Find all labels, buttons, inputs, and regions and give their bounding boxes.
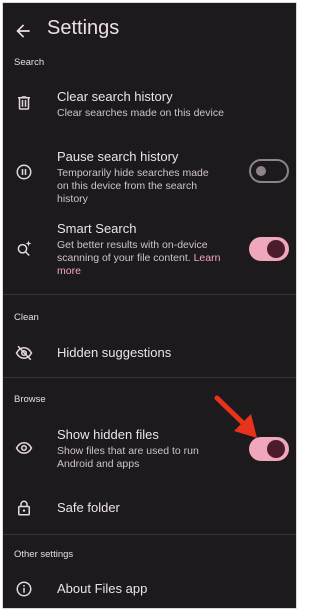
show-hidden-files-title: Show hidden files — [57, 427, 159, 442]
page-title: Settings — [47, 17, 120, 39]
eye-icon — [15, 441, 33, 455]
settings-screen: Settings Search Clear search history Cle… — [2, 2, 297, 609]
pause-search-history-toggle[interactable] — [249, 159, 289, 183]
info-icon — [16, 581, 32, 597]
section-header-search: Search — [14, 57, 45, 68]
section-header-clean: Clean — [14, 312, 39, 323]
app-bar: Settings — [3, 3, 296, 55]
section-header-other-settings: Other settings — [14, 549, 74, 560]
clear-search-history-title: Clear search history — [57, 89, 173, 104]
section-divider — [3, 377, 296, 378]
smart-search-subtitle: Get better results with on-device scanni… — [57, 239, 239, 278]
about-files-app-item[interactable]: About Files app — [3, 571, 296, 607]
section-divider — [3, 294, 296, 295]
show-hidden-files-subtitle: Show files that are used to run Android … — [57, 445, 199, 470]
clear-search-history-item[interactable]: Clear search history Clear searches made… — [3, 83, 296, 127]
smart-search-title: Smart Search — [57, 221, 137, 236]
back-arrow-icon[interactable] — [13, 21, 33, 41]
toggle-knob — [256, 166, 266, 176]
about-files-app-title: About Files app — [57, 581, 148, 596]
safe-folder-item[interactable]: Safe folder — [3, 490, 296, 526]
trash-icon — [18, 96, 30, 110]
eye-off-icon — [15, 345, 33, 361]
smart-search-toggle[interactable] — [249, 237, 289, 261]
pause-search-history-item[interactable]: Pause search history Temporarily hide se… — [3, 145, 296, 205]
section-header-browse: Browse — [14, 394, 46, 405]
pause-search-history-title: Pause search history — [57, 149, 179, 164]
smart-search-item[interactable]: Smart Search Get better results with on-… — [3, 217, 296, 283]
clear-search-history-subtitle: Clear searches made on this device — [57, 107, 224, 119]
toggle-knob — [267, 440, 285, 458]
toggle-knob — [267, 240, 285, 258]
pause-icon — [16, 164, 32, 180]
section-divider — [3, 534, 296, 535]
smart-search-subtitle-text: Get better results with on-device scanni… — [57, 239, 208, 264]
hidden-suggestions-title: Hidden suggestions — [57, 345, 172, 360]
hidden-suggestions-item[interactable]: Hidden suggestions — [3, 335, 296, 371]
safe-folder-title: Safe folder — [57, 500, 120, 515]
pause-search-history-subtitle: Temporarily hide searches made on this d… — [57, 167, 209, 205]
red-arrow-annotation — [214, 395, 257, 438]
lock-icon — [18, 500, 30, 516]
smart-search-icon — [17, 240, 32, 257]
